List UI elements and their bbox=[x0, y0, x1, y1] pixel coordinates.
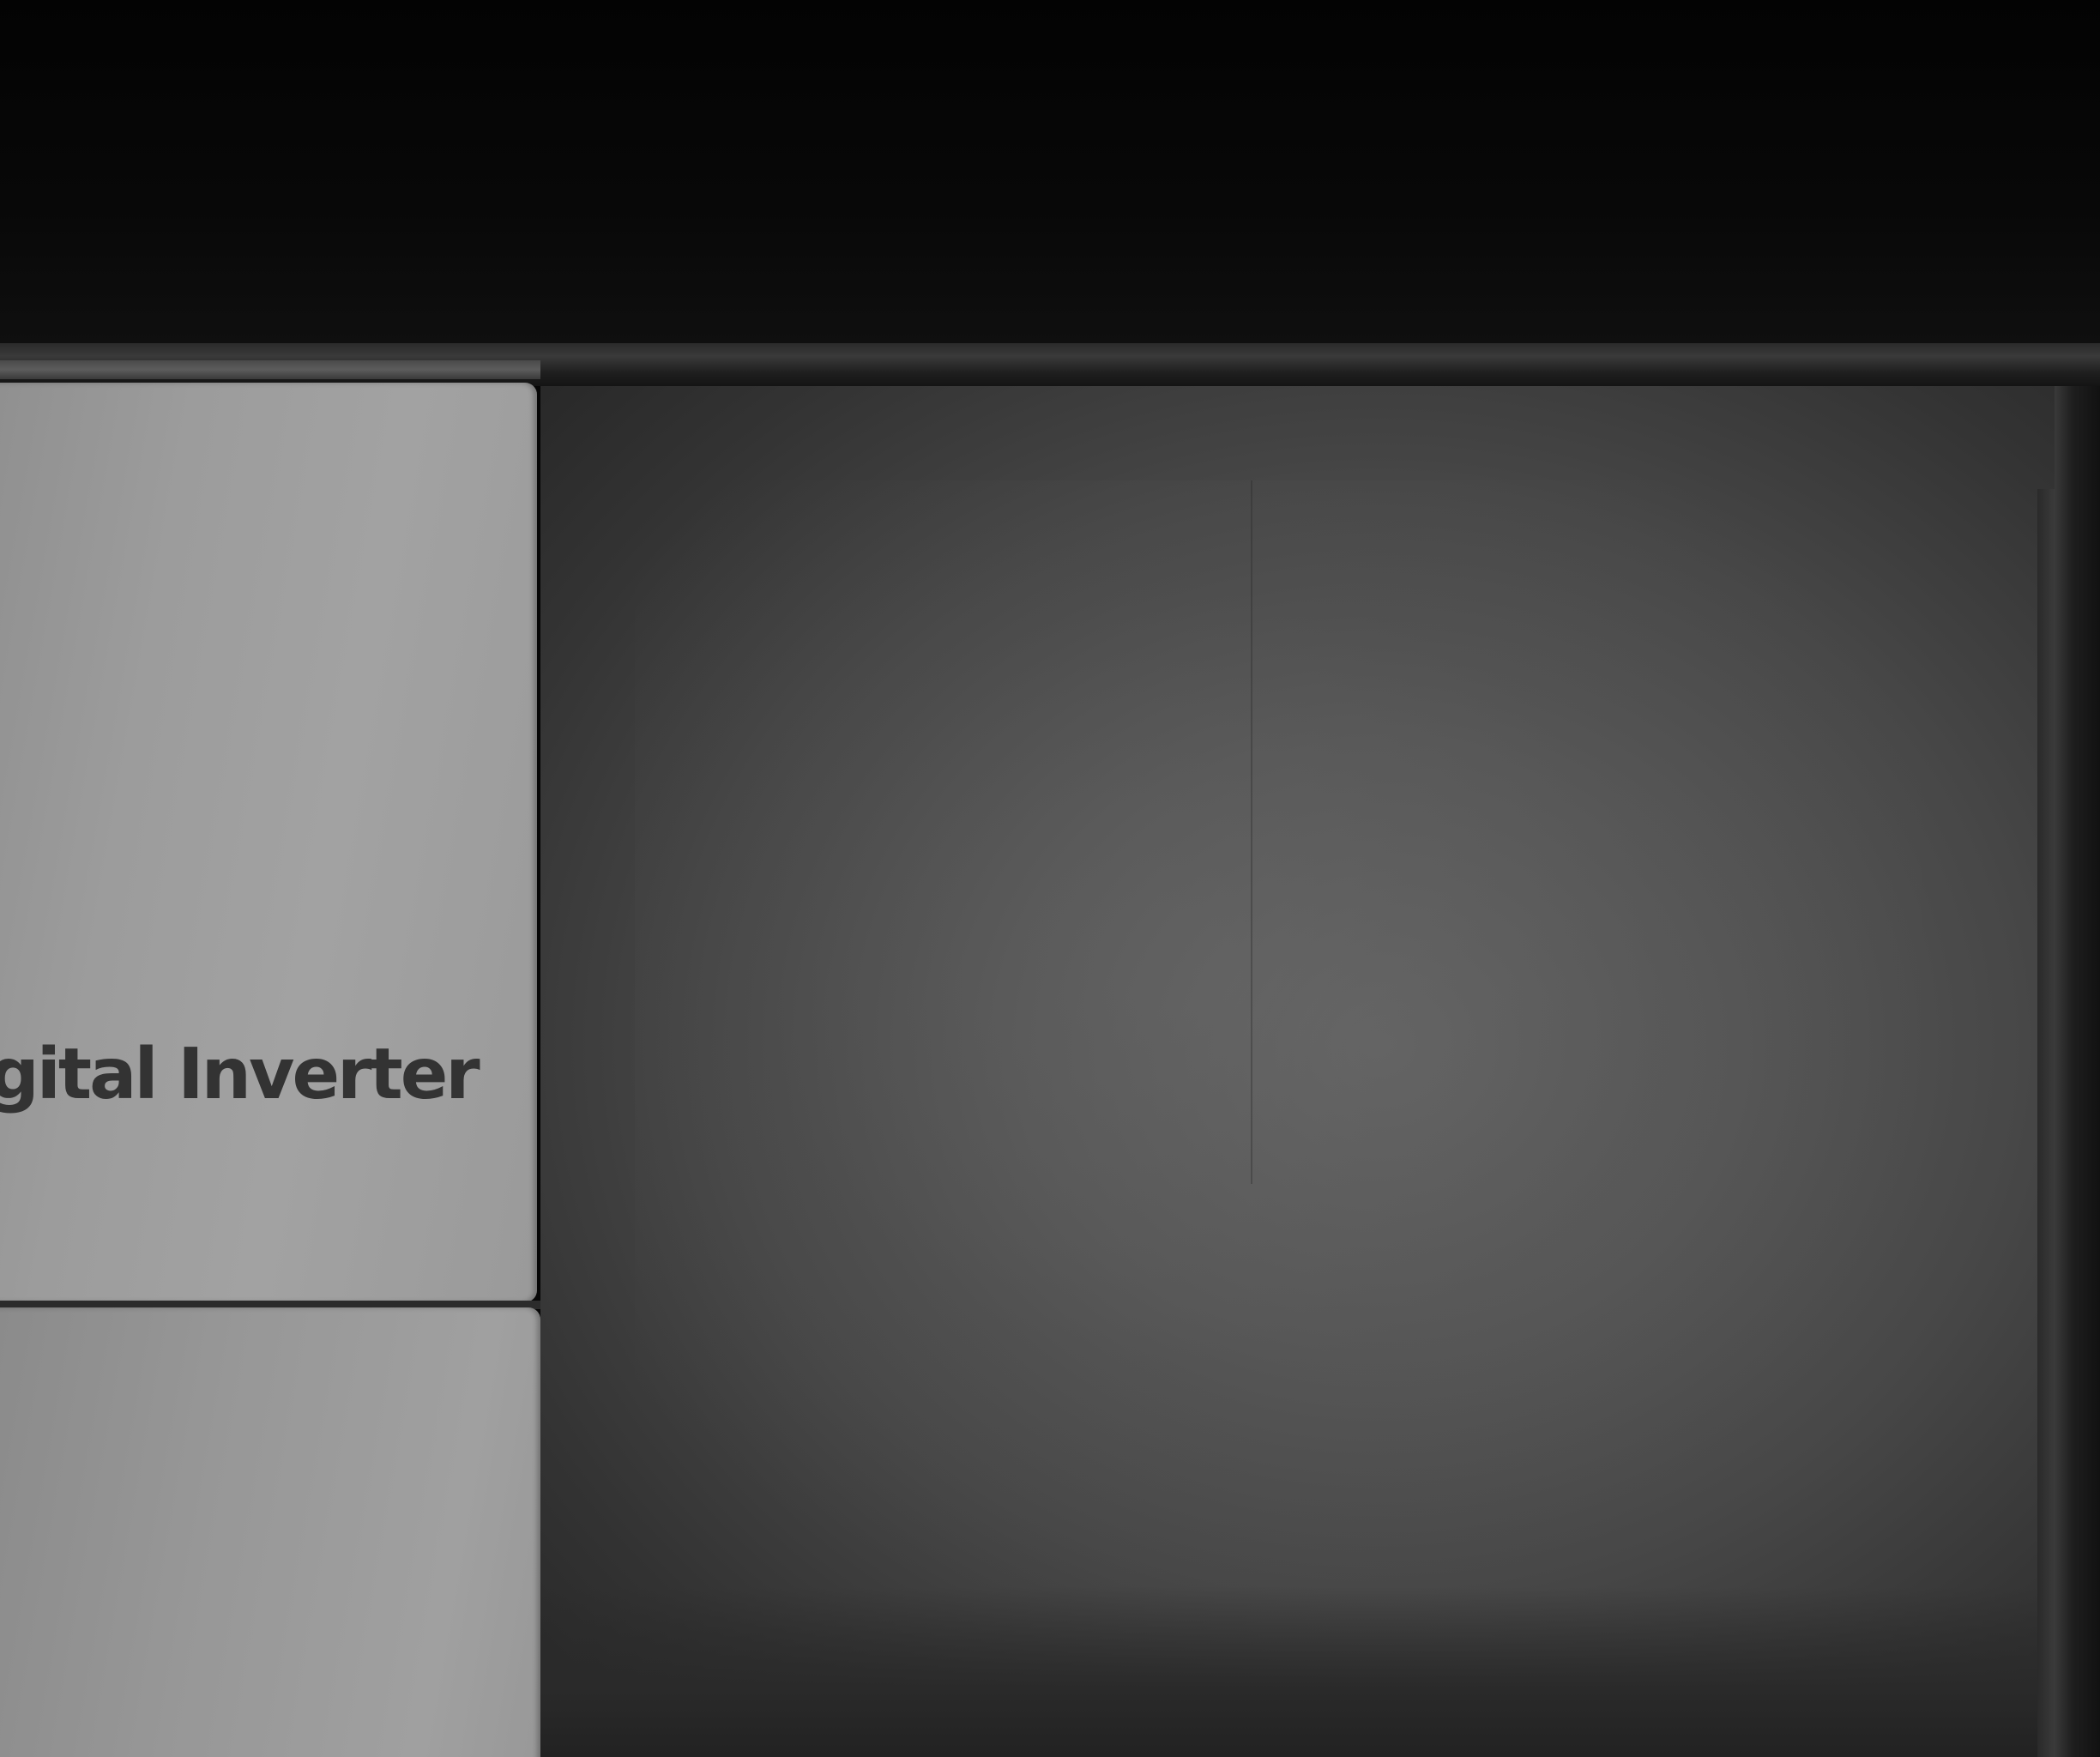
door-panel-lower bbox=[0, 1307, 540, 1757]
door-panel-upper bbox=[0, 383, 537, 1302]
right-frame bbox=[2055, 386, 2100, 1757]
cavity-seam bbox=[1251, 480, 1252, 1184]
dark-top-band bbox=[0, 0, 2100, 343]
door-brand-label: igital Inverter bbox=[0, 1034, 480, 1115]
top-rail-highlight bbox=[0, 360, 540, 379]
cavity-inner-panel bbox=[635, 480, 1922, 1587]
photo-scene: igital Inverter bbox=[0, 0, 2100, 1757]
right-edge bbox=[2037, 489, 2056, 1757]
cavity-floor bbox=[540, 1587, 2059, 1757]
